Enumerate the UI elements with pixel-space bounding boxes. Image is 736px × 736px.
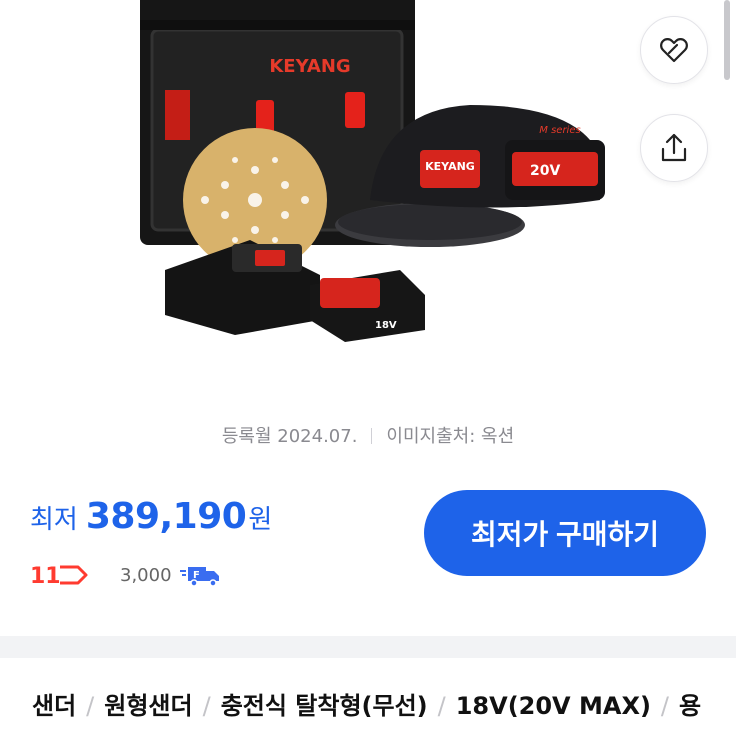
breadcrumb-separator: / (86, 692, 95, 720)
svg-text:20V: 20V (530, 163, 560, 179)
like-button[interactable] (640, 16, 708, 84)
case-brand-text: KEYANG (269, 56, 350, 77)
share-button[interactable] (640, 114, 708, 182)
breadcrumb-separator: / (202, 692, 211, 720)
image-source: 이미지출처: 옥션 (386, 426, 515, 447)
breadcrumb-item[interactable]: 18V(20V MAX) (456, 692, 651, 720)
price-unit: 원 (248, 505, 273, 535)
breadcrumb-separator: / (660, 692, 670, 720)
svg-text:F: F (193, 570, 200, 581)
share-upload-icon (661, 133, 687, 162)
section-divider (0, 636, 736, 658)
svg-text:11: 11 (30, 564, 61, 588)
seller-info[interactable]: 11 3,000 F (30, 560, 224, 590)
buy-lowest-price-button[interactable]: 최저가 구매하기 (424, 490, 706, 576)
image-meta: 등록월 2024.07. 이미지출처: 옥션 (0, 422, 736, 448)
category-breadcrumb: 샌더 / 원형샌더 / 충전식 탈착형(무선) / 18V(20V MAX) / 용 (32, 688, 712, 724)
product-photo: KEYANG KEYANG M series 20V 18V (140, 0, 605, 342)
delivery-truck-icon: F (179, 567, 219, 587)
svg-text:KEYANG: KEYANG (425, 160, 475, 173)
meta-divider (371, 428, 373, 444)
breadcrumb-item[interactable]: 충전식 탈착형(무선) (221, 692, 428, 720)
11st-logo: 11 (30, 564, 88, 588)
product-image[interactable]: KEYANG KEYANG M series 20V 18V (0, 0, 736, 400)
price-label: 최저 (30, 505, 78, 535)
breadcrumb-item[interactable]: 샌더 (32, 692, 76, 720)
shipping-fee: 3,000 (120, 564, 172, 586)
breadcrumb-item[interactable]: 원형샌더 (104, 692, 192, 720)
registered-date: 등록월 2024.07. (221, 426, 358, 447)
svg-text:18V: 18V (375, 320, 397, 331)
price-value: 389,190 (85, 496, 247, 537)
svg-text:M series: M series (539, 125, 580, 136)
breadcrumb-separator: / (437, 692, 446, 720)
breadcrumb-item[interactable]: 용 (679, 692, 701, 720)
lowest-price: 최저 389,190 원 (30, 496, 272, 542)
scrollbar[interactable] (724, 0, 730, 80)
heart-link-icon (660, 38, 688, 63)
